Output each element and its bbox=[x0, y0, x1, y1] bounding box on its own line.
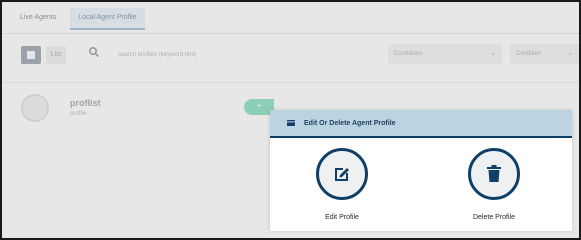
sort-select-value: Condition bbox=[516, 51, 542, 57]
agent-subtitle: profile bbox=[70, 111, 87, 117]
edit-icon bbox=[335, 168, 349, 181]
popup-header: Edit Or Delete Agent Profile bbox=[270, 110, 572, 138]
popup-title: Edit Or Delete Agent Profile bbox=[304, 119, 396, 127]
sort-select[interactable]: Condition ⌄ bbox=[510, 44, 579, 64]
edit-profile-label: Edit Profile bbox=[325, 214, 359, 221]
filter-select[interactable]: Conditions ⌄ bbox=[388, 44, 502, 64]
search-button[interactable] bbox=[84, 46, 104, 64]
agent-name: proflist bbox=[70, 98, 101, 108]
delete-profile-button[interactable]: Delete Profile bbox=[449, 148, 539, 221]
edit-profile-button[interactable]: Edit Profile bbox=[297, 148, 387, 221]
tab-bar: Live Agents Local Agent Profile bbox=[12, 8, 145, 30]
delete-profile-circle[interactable] bbox=[468, 148, 520, 200]
list-view-button[interactable]: List bbox=[46, 46, 66, 64]
chevron-down-icon: ⌄ bbox=[490, 50, 496, 57]
card-icon bbox=[287, 120, 295, 126]
filter-select-value: Conditions bbox=[394, 51, 423, 57]
divider bbox=[2, 33, 579, 34]
delete-profile-label: Delete Profile bbox=[472, 214, 516, 221]
search-input[interactable]: search profiles (keyword hint) bbox=[118, 46, 368, 64]
edit-profile-circle[interactable] bbox=[316, 148, 368, 200]
grid-view-button[interactable] bbox=[21, 46, 41, 64]
tab-live-agents[interactable]: Live Agents bbox=[12, 8, 64, 30]
app-window: Live Agents Local Agent Profile List sea… bbox=[0, 0, 581, 240]
divider bbox=[2, 82, 579, 83]
chevron-down-icon: ⌄ bbox=[567, 50, 573, 57]
avatar bbox=[21, 94, 49, 122]
trash-icon bbox=[487, 165, 501, 182]
edit-delete-popup: Edit Or Delete Agent Profile Edit Profil… bbox=[270, 110, 572, 231]
tab-local-agent-profile[interactable]: Local Agent Profile bbox=[70, 8, 145, 30]
search-icon bbox=[88, 46, 100, 58]
grid-icon bbox=[27, 51, 35, 59]
